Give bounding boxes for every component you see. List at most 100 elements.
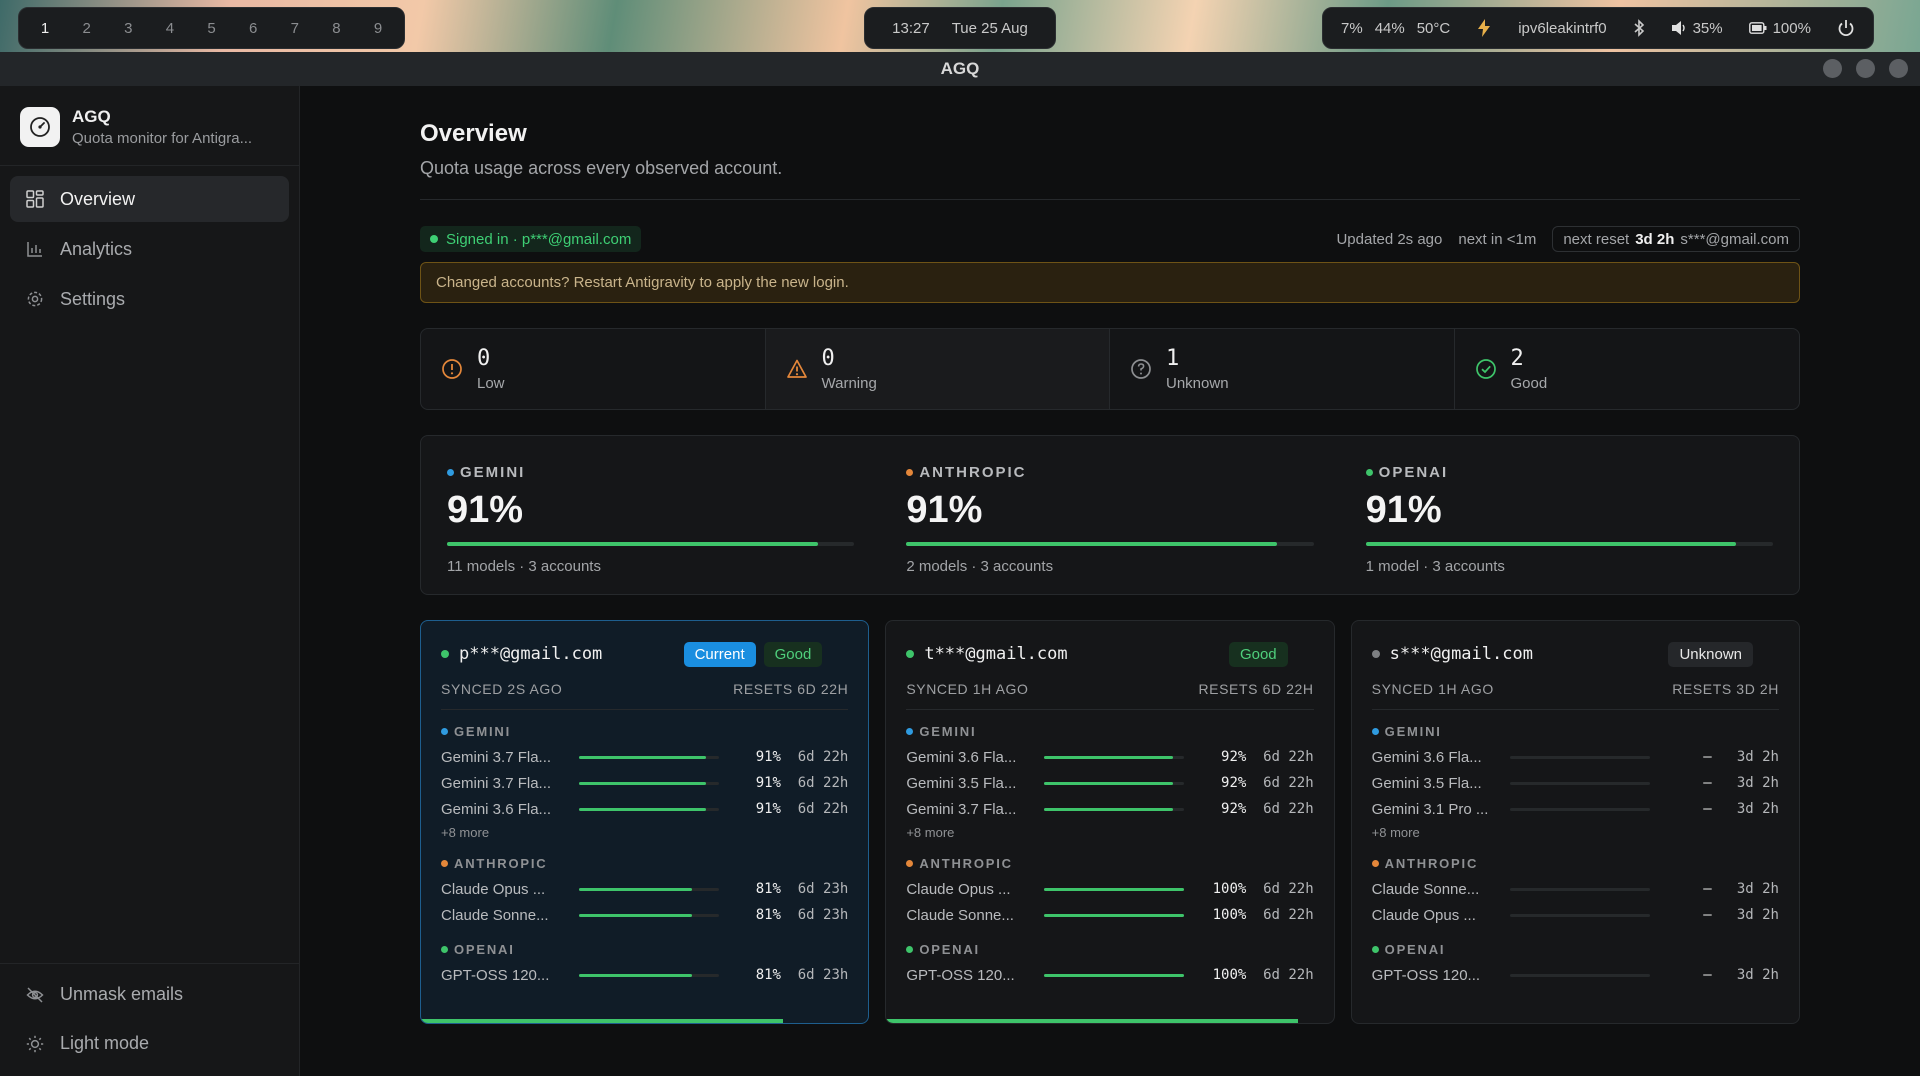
workspace-1[interactable]: 1 <box>35 20 55 37</box>
summary-unknown[interactable]: 1 Unknown <box>1110 329 1455 409</box>
volume-level: 35% <box>1692 19 1723 37</box>
model-reset: 6d 22h <box>1263 775 1314 791</box>
summary-good[interactable]: 2 Good <box>1455 329 1800 409</box>
power-profile-icon[interactable] <box>1476 19 1492 38</box>
model-percent: 91% <box>755 801 781 817</box>
model-row: Gemini 3.6 Fla... – 3d 2h <box>1372 744 1779 770</box>
workspace-6[interactable]: 6 <box>243 20 263 37</box>
next-reset-email: s***@gmail.com <box>1680 230 1789 248</box>
status-line: Signed in · p***@gmail.com Updated 2s ag… <box>420 226 1800 252</box>
workspace-7[interactable]: 7 <box>285 20 305 37</box>
power-icon[interactable] <box>1837 19 1855 37</box>
workspace-9[interactable]: 9 <box>368 20 388 37</box>
model-percent: 100% <box>1212 881 1247 897</box>
sync-row: SYNCED 1H AGO RESETS 3D 2H <box>1371 681 1779 710</box>
provider-meta: 11 models · 3 accounts <box>447 558 601 575</box>
model-percent: – <box>1703 801 1712 817</box>
group-label: GEMINI <box>1384 724 1442 739</box>
good-count: 2 <box>1510 346 1524 371</box>
model-reset: 6d 22h <box>797 775 849 791</box>
unmask-emails-button[interactable]: Unmask emails <box>10 972 290 1017</box>
account-card[interactable]: t***@gmail.com Good SYNCED 1H AGO RESETS 6D… <box>885 620 1335 1024</box>
workspace-8[interactable]: 8 <box>326 20 346 37</box>
account-card[interactable]: s***@gmail.com Unknown SYNCED 1H AGO RESETS… <box>1350 620 1800 1024</box>
model-reset: 3d 2h <box>1736 967 1779 983</box>
group-dot <box>441 860 448 867</box>
next-reset-chip: next reset 3d 2h s***@gmail.com <box>1552 226 1800 252</box>
sidebar-item-analytics[interactable]: Analytics <box>10 226 289 272</box>
model-progress-track <box>1509 755 1650 759</box>
sidebar-item-overview[interactable]: Overview <box>10 176 289 222</box>
page-subtitle: Quota usage across every observed accoun… <box>420 158 783 178</box>
workspace-switcher: 1 2 3 4 5 6 7 8 9 <box>18 7 405 49</box>
sidebar-item-settings[interactable]: Settings <box>10 276 289 322</box>
workspace-3[interactable]: 3 <box>118 20 138 37</box>
cpu-temp: 50°C <box>1416 19 1451 37</box>
model-group-openai: OPENAI <box>441 942 848 957</box>
sidebar-item-label: Analytics <box>60 238 133 259</box>
network-name[interactable]: ipv6leakintrf0 <box>1518 20 1606 37</box>
model-reset: 6d 22h <box>1263 967 1314 983</box>
clock-date: Tue 25 Aug <box>951 19 1028 37</box>
summary-warning[interactable]: 0 Warning <box>765 329 1110 409</box>
light-mode-toggle[interactable]: Light mode <box>10 1021 290 1066</box>
page-title: Overview <box>420 120 527 147</box>
provider-label: GEMINI <box>460 464 526 481</box>
model-percent: 92% <box>1221 775 1247 791</box>
provider-percent: 91% <box>1365 489 1442 531</box>
model-row: Claude Sonne... – 3d 2h <box>1372 876 1779 902</box>
model-reset: 6d 22h <box>1263 749 1314 765</box>
model-group-gemini: GEMINI <box>441 724 848 739</box>
app-name: AGQ <box>72 106 111 126</box>
group-dot <box>1371 860 1379 867</box>
model-percent: 81% <box>755 907 781 923</box>
model-name: Claude Sonne... <box>441 906 549 924</box>
sync-row: SYNCED 1H AGO RESETS 6D 22H <box>906 681 1314 710</box>
model-row: Gemini 3.7 Fla... 91% 6d 22h <box>441 770 848 796</box>
model-name: Claude Opus ... <box>441 880 546 898</box>
model-reset: 3d 2h <box>1736 775 1779 791</box>
unknown-label: Unknown <box>1166 375 1229 392</box>
more-models-link[interactable]: +8 more <box>1372 825 1779 842</box>
signed-in-badge: Signed in · p***@gmail.com <box>420 226 642 252</box>
model-percent: 92% <box>1221 801 1247 817</box>
model-name: GPT-OSS 120... <box>441 966 550 984</box>
account-card[interactable]: p***@gmail.com Current Good SYNCED 2S AGO RE… <box>420 620 870 1024</box>
window-titlebar[interactable]: AGQ <box>0 52 1920 86</box>
model-row: Gemini 3.5 Fla... – 3d 2h <box>1372 770 1779 796</box>
bluetooth-icon[interactable] <box>1633 19 1645 37</box>
more-models-link[interactable]: +8 more <box>441 825 848 842</box>
model-group-openai: OPENAI <box>1371 942 1779 957</box>
summary-low[interactable]: 0 Low <box>421 329 766 409</box>
model-reset: 6d 23h <box>797 881 849 897</box>
account-email: s***@gmail.com <box>1389 644 1533 664</box>
model-row: Claude Sonne... 81% 6d 23h <box>441 902 848 928</box>
warning-label: Warning <box>821 375 877 392</box>
workspace-4[interactable]: 4 <box>160 20 180 37</box>
next-refresh-text: next in <1m <box>1458 230 1537 248</box>
group-dot <box>1371 728 1379 735</box>
minimize-button[interactable] <box>1823 59 1842 78</box>
workspace-5[interactable]: 5 <box>202 20 222 37</box>
workspace-2[interactable]: 2 <box>77 20 97 37</box>
model-row: GPT-OSS 120... 100% 6d 22h <box>906 962 1313 988</box>
volume-control[interactable]: 35% <box>1671 20 1723 37</box>
help-circle-icon <box>1131 359 1151 379</box>
model-percent: – <box>1703 881 1712 897</box>
account-status-dot <box>906 650 915 658</box>
model-row: Gemini 3.7 Fla... 92% 6d 22h <box>906 796 1313 822</box>
close-button[interactable] <box>1889 59 1908 78</box>
clock[interactable]: 13:27 Tue 25 Aug <box>864 7 1056 49</box>
group-dot <box>441 946 448 953</box>
divider <box>420 199 1800 200</box>
maximize-button[interactable] <box>1856 59 1875 78</box>
provider-progress-track <box>906 542 1314 546</box>
battery-status[interactable]: 100% <box>1748 20 1811 37</box>
low-label: Low <box>477 375 505 392</box>
more-models-link[interactable]: +8 more <box>906 825 1313 842</box>
model-name: Claude Sonne... <box>906 906 1014 924</box>
model-name: Claude Sonne... <box>1371 880 1480 898</box>
next-reset-value: 3d 2h <box>1635 230 1675 248</box>
battery-icon <box>1748 22 1767 34</box>
banner-text: Changed accounts? Restart Antigravity to… <box>436 274 849 291</box>
